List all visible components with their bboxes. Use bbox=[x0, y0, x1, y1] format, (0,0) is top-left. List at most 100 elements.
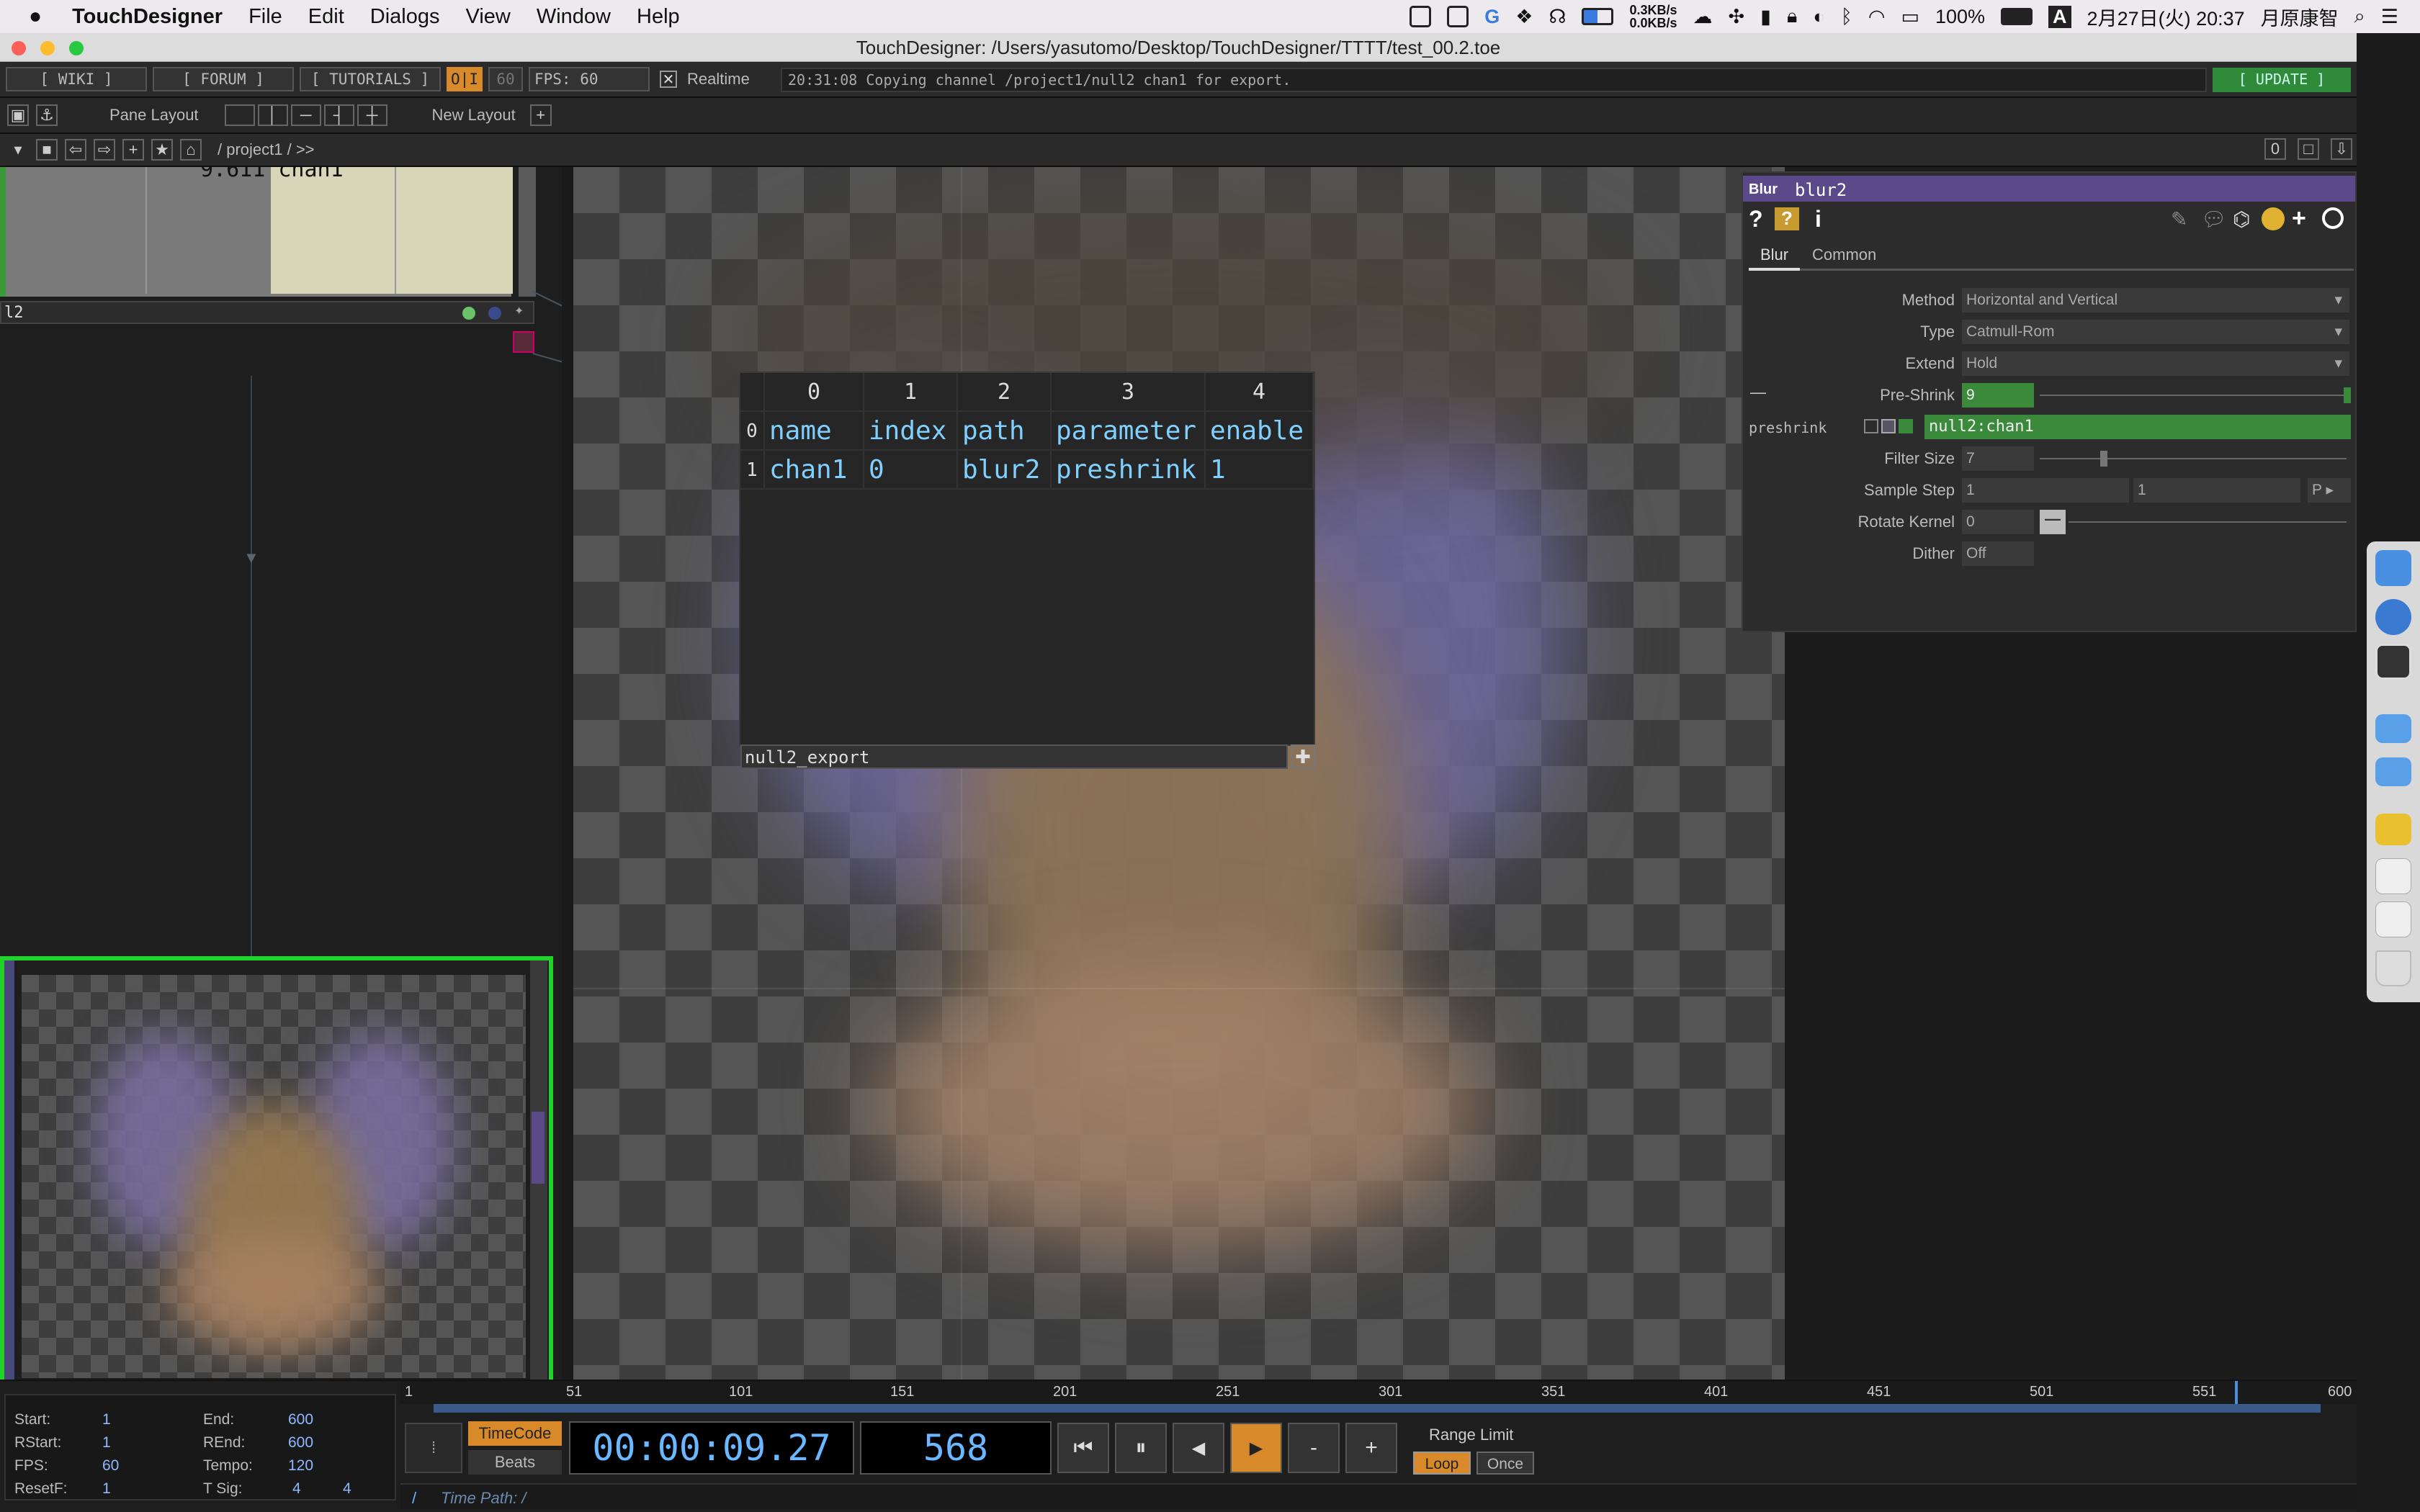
layout-four-icon[interactable]: ┼ bbox=[357, 104, 387, 126]
table-cell[interactable]: blur2 bbox=[958, 451, 1052, 490]
top-node-scrollbar[interactable] bbox=[530, 960, 547, 1380]
play-reverse-button[interactable]: ◀ bbox=[1173, 1423, 1224, 1473]
export-icon-3[interactable] bbox=[1899, 419, 1913, 433]
export-flag-icon[interactable] bbox=[513, 331, 534, 353]
playhead[interactable] bbox=[2234, 1381, 2238, 1404]
wifi-extra-icon[interactable]: ☊ bbox=[1549, 6, 1567, 28]
status-icon-2[interactable] bbox=[1447, 6, 1469, 27]
display-toggle-icon[interactable] bbox=[488, 307, 501, 320]
folder-icon[interactable] bbox=[2375, 757, 2411, 786]
null-node-bar[interactable]: l2 ✦ bbox=[0, 301, 534, 324]
once-button[interactable]: Once bbox=[1476, 1452, 1534, 1475]
table-dat-viewer[interactable]: 0 1 2 3 4 0 name index path parameter en… bbox=[739, 372, 1315, 769]
image-pane-icon[interactable]: ▣ bbox=[7, 104, 29, 126]
end-value[interactable]: 600 bbox=[288, 1411, 313, 1428]
fps-value[interactable]: 60 bbox=[102, 1457, 119, 1475]
top-node-viewer[interactable] bbox=[0, 956, 553, 1384]
app-menu[interactable]: TouchDesigner bbox=[72, 5, 223, 29]
wifi-icon[interactable]: ◠ bbox=[1868, 6, 1886, 28]
rstart-value[interactable]: 1 bbox=[102, 1434, 111, 1452]
touchdesigner-icon[interactable] bbox=[2375, 644, 2411, 680]
input-source[interactable]: A bbox=[2048, 5, 2071, 28]
sample-p-toggle[interactable]: P ▸ bbox=[2308, 478, 2351, 503]
table-cell[interactable]: 0 bbox=[864, 451, 958, 490]
preshrink-slider-handle[interactable] bbox=[2344, 387, 2351, 403]
layout-split-h-icon[interactable]: ─ bbox=[290, 104, 321, 126]
add-icon[interactable]: + bbox=[122, 139, 144, 161]
battery-percent[interactable]: 100% bbox=[1935, 6, 1985, 28]
time-display[interactable]: 00:00:09.27 bbox=[569, 1421, 854, 1475]
info-icon[interactable]: i bbox=[1815, 206, 1821, 233]
clipboard-icon[interactable]: ▮ bbox=[1760, 6, 1771, 28]
step-back-button[interactable]: - bbox=[1288, 1423, 1340, 1473]
comment-icon[interactable]: 💬︎ bbox=[2201, 207, 2227, 231]
network-editor[interactable]: 9.611 chan1 l2 ✦ ▼ bbox=[0, 167, 562, 1384]
user-name[interactable]: 月原康智 bbox=[2261, 3, 2339, 31]
realtime-checkbox[interactable]: ✕ bbox=[660, 71, 677, 88]
lock-icon[interactable]: 🔒︎ bbox=[1787, 5, 1797, 28]
rotate-handle[interactable]: — bbox=[2040, 510, 2066, 534]
sample-field-2[interactable]: 1 bbox=[2133, 478, 2300, 503]
target-icon[interactable] bbox=[2322, 207, 2344, 229]
tsig-value-1[interactable]: 4 bbox=[292, 1480, 301, 1498]
edit-icon[interactable]: ✎ bbox=[2171, 207, 2187, 231]
new-layout-label[interactable]: New Layout bbox=[432, 106, 516, 125]
home-icon[interactable]: ⌂ bbox=[180, 139, 202, 161]
time-range-bar[interactable] bbox=[434, 1404, 2321, 1413]
menu-window[interactable]: Window bbox=[537, 5, 611, 29]
table-cell[interactable]: name bbox=[765, 412, 864, 451]
airplay-icon[interactable]: ▭ bbox=[1901, 6, 1919, 28]
loop-button[interactable]: Loop bbox=[1413, 1452, 1471, 1475]
anchor-icon[interactable]: ⚓︎ bbox=[36, 104, 58, 126]
wiki-button[interactable]: [ WIKI ] bbox=[6, 67, 147, 91]
export-icon-1[interactable] bbox=[1864, 419, 1878, 433]
python-help-icon[interactable]: ? bbox=[1775, 207, 1799, 230]
filter-slider-handle[interactable] bbox=[2100, 451, 2107, 467]
minimize-button[interactable] bbox=[40, 41, 55, 55]
rotate-field[interactable]: 0 bbox=[1962, 510, 2034, 534]
chop-node-viewer[interactable]: 9.611 chan1 bbox=[0, 167, 513, 297]
rend-value[interactable]: 600 bbox=[288, 1434, 313, 1452]
table-cell[interactable]: index bbox=[864, 412, 958, 451]
stop-icon[interactable]: ■ bbox=[36, 139, 58, 161]
layout-single-icon[interactable] bbox=[224, 104, 255, 126]
safari-icon[interactable] bbox=[2375, 599, 2411, 635]
status-icon-1[interactable] bbox=[1410, 6, 1432, 27]
battery-icon[interactable] bbox=[2001, 8, 2033, 25]
timecode-button[interactable]: TimeCode bbox=[468, 1421, 562, 1446]
clock[interactable]: 2月27日(火) 20:37 bbox=[2087, 3, 2245, 31]
table-cell[interactable]: chan1 bbox=[765, 451, 864, 490]
sample-field-1[interactable]: 1 bbox=[1962, 478, 2129, 503]
export-icon-2[interactable] bbox=[1881, 419, 1896, 433]
fan-icon[interactable]: ✣ bbox=[1729, 6, 1745, 28]
table-cell[interactable]: parameter bbox=[1052, 412, 1206, 451]
perform-mode-toggle[interactable]: O|I bbox=[447, 67, 483, 91]
help-icon[interactable]: ? bbox=[1749, 206, 1763, 233]
forward-icon[interactable]: ⇨ bbox=[94, 139, 115, 161]
document-icon[interactable] bbox=[2375, 858, 2411, 894]
pane-divider[interactable] bbox=[562, 167, 573, 1384]
dropbox-icon[interactable]: ❖ bbox=[1515, 6, 1533, 28]
timeline-collapse-icon[interactable]: ⁞ bbox=[405, 1423, 462, 1473]
step-forward-button[interactable]: + bbox=[1345, 1423, 1397, 1473]
table-cell[interactable]: enable bbox=[1206, 412, 1314, 451]
update-button[interactable]: [ UPDATE ] bbox=[2213, 68, 2351, 92]
zoom-button[interactable] bbox=[69, 41, 84, 55]
python-icon[interactable] bbox=[2262, 207, 2285, 230]
pane-down-icon[interactable]: ⇩ bbox=[2331, 138, 2352, 160]
close-button[interactable] bbox=[12, 41, 26, 55]
back-icon[interactable]: ⇦ bbox=[65, 139, 86, 161]
method-select[interactable]: Horizontal and Vertical ▾ bbox=[1962, 288, 2349, 312]
filter-field[interactable]: 7 bbox=[1962, 446, 2034, 471]
rotate-slider[interactable] bbox=[2069, 521, 2347, 523]
live-icon[interactable] bbox=[2375, 814, 2411, 845]
beats-button[interactable]: Beats bbox=[468, 1450, 562, 1475]
bluetooth-icon[interactable]: ᛒ bbox=[1841, 6, 1852, 28]
viewer-toggle-icon[interactable] bbox=[462, 307, 475, 320]
bookmark-icon[interactable]: ★ bbox=[151, 139, 173, 161]
apple-icon[interactable]: ● bbox=[29, 4, 42, 29]
texture-viewer[interactable] bbox=[573, 167, 1785, 1384]
start-value[interactable]: 1 bbox=[102, 1411, 111, 1428]
add-layout-icon[interactable]: + bbox=[529, 104, 552, 126]
tempo-value[interactable]: 120 bbox=[288, 1457, 313, 1475]
